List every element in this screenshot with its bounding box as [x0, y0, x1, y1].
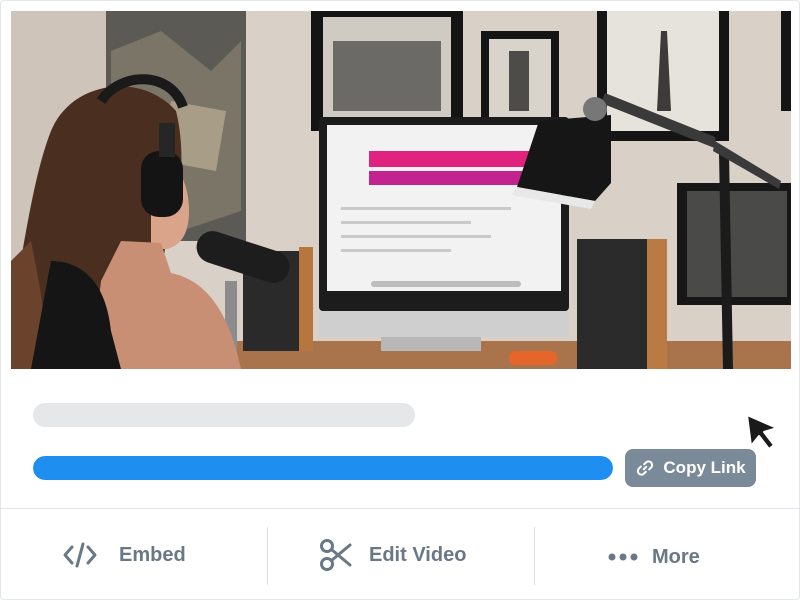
action-separator	[534, 527, 535, 585]
upload-progress-fill	[33, 456, 613, 480]
more-label: More	[652, 545, 700, 568]
edit-video-label: Edit Video	[369, 543, 467, 566]
copy-link-button[interactable]: Copy Link	[625, 449, 756, 487]
title-placeholder	[33, 403, 415, 427]
action-separator	[267, 527, 268, 585]
video-share-card: Copy Link Embed Edit Video More	[0, 0, 800, 600]
more-button[interactable]: More	[534, 509, 800, 600]
ellipsis-icon	[608, 553, 638, 561]
embed-label: Embed	[119, 543, 186, 566]
scissors-icon	[320, 539, 352, 571]
thumbnail-scene	[11, 11, 791, 369]
video-thumbnail[interactable]	[11, 11, 791, 369]
action-bar: Embed Edit Video More	[1, 509, 800, 600]
mouse-pointer-icon	[746, 414, 778, 450]
link-icon	[637, 460, 654, 476]
edit-video-button[interactable]: Edit Video	[267, 509, 534, 600]
copy-link-label: Copy Link	[663, 458, 746, 477]
code-icon	[63, 542, 97, 568]
upload-progress-bar	[33, 456, 613, 480]
embed-button[interactable]: Embed	[1, 509, 267, 600]
